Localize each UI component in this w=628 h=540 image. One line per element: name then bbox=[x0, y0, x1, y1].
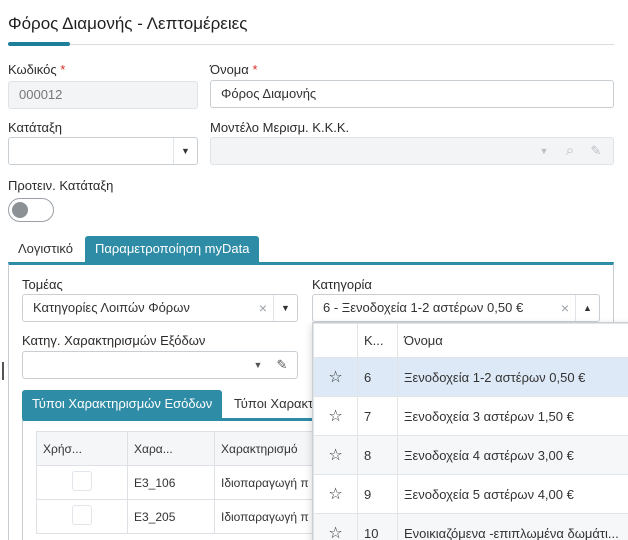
table-row[interactable]: Ε3_106 Ιδιοπαραγωγή π bbox=[36, 465, 355, 500]
mydata-category-value: 6 - Ξενοδοχεία 1-2 αστέρων 0,50 € bbox=[323, 300, 524, 315]
list-item[interactable]: ☆ 6 Ξενοδοχεία 1-2 αστέρων 0,50 € bbox=[313, 357, 628, 397]
dropdown-item-name: Ξενοδοχεία 4 αστέρων 3,00 € bbox=[397, 435, 628, 475]
star-icon[interactable]: ☆ bbox=[313, 396, 358, 436]
tab-accounting[interactable]: Λογιστικό bbox=[8, 236, 83, 262]
chevron-down-icon[interactable]: ▼ bbox=[533, 138, 555, 164]
grid-header-code[interactable]: Χαρα... bbox=[127, 431, 215, 466]
star-icon[interactable]: ☆ bbox=[313, 474, 358, 514]
dropdown-item-name: Ξενοδοχεία 5 αστέρων 4,00 € bbox=[397, 474, 628, 514]
chevron-down-icon: ▼ bbox=[181, 146, 190, 156]
grid-checkbox-cell bbox=[36, 499, 128, 534]
dropdown-header-favorite bbox=[313, 323, 358, 358]
grid-header-row: Χρήσ... Χαρα... Χαρακτηρισμό bbox=[36, 431, 355, 466]
name-value: Φόρος Διαμονής bbox=[221, 86, 317, 101]
expense-category-select[interactable]: ▼ ✎ bbox=[22, 351, 298, 379]
page-title: Φόρος Διαμονής - Λεπτομέρειες bbox=[8, 14, 248, 33]
chevron-up-icon: ▲ bbox=[583, 303, 592, 313]
code-value: 000012 bbox=[19, 87, 63, 102]
grid-header-use[interactable]: Χρήσ... bbox=[36, 431, 128, 466]
title-divider bbox=[8, 44, 614, 45]
mydata-category-select[interactable]: 6 - Ξενοδοχεία 1-2 αστέρων 0,50 € × ▲ bbox=[312, 294, 600, 322]
star-icon[interactable]: ☆ bbox=[313, 435, 358, 475]
name-required-mark: * bbox=[252, 62, 258, 77]
use-checkbox[interactable] bbox=[72, 471, 92, 491]
name-label: Όνομα * bbox=[210, 62, 258, 77]
star-icon[interactable]: ☆ bbox=[313, 513, 358, 540]
pencil-icon[interactable]: ✎ bbox=[585, 138, 607, 164]
category-dropdown-table: Κ... Όνομα ☆ 6 Ξενοδοχεία 1-2 αστέρων 0,… bbox=[313, 323, 628, 540]
grid-code-cell: Ε3_106 bbox=[127, 465, 215, 500]
tab-expense-characterization-types[interactable]: Τύποι Χαρακτ bbox=[224, 390, 323, 418]
title-accent-bar bbox=[8, 42, 70, 46]
list-item[interactable]: ☆ 7 Ξενοδοχεία 3 αστέρων 1,50 € bbox=[313, 396, 628, 436]
code-label: Κωδικός * bbox=[8, 62, 65, 77]
use-checkbox[interactable] bbox=[72, 505, 92, 525]
sector-dropdown-button[interactable]: ▼ bbox=[273, 295, 297, 321]
dropdown-item-code: 6 bbox=[357, 357, 398, 397]
dropdown-item-name: Ξενοδοχεία 3 αστέρων 1,50 € bbox=[397, 396, 628, 436]
name-field[interactable]: Φόρος Διαμονής bbox=[210, 80, 614, 108]
dropdown-item-name: Ξενοδοχεία 1-2 αστέρων 0,50 € bbox=[397, 357, 628, 397]
sector-value: Κατηγορίες Λοιπών Φόρων bbox=[33, 300, 190, 315]
chevron-down-icon: ▼ bbox=[281, 303, 290, 313]
tab-income-characterization-types[interactable]: Τύποι Χαρακτηρισμών Εσόδων bbox=[22, 390, 223, 418]
dropdown-item-name: Ενοικιαζόμενα -επιπλωμένα δωμάτι... bbox=[397, 513, 628, 540]
characterization-grid: Χρήσ... Χαρα... Χαρακτηρισμό Ε3_106 Ιδιο… bbox=[36, 431, 355, 534]
star-icon[interactable]: ☆ bbox=[313, 357, 358, 397]
search-icon[interactable]: ⌕ bbox=[559, 138, 581, 164]
sector-label: Τομέας bbox=[22, 277, 63, 292]
name-label-text: Όνομα bbox=[210, 62, 249, 77]
category-select[interactable]: ▼ bbox=[8, 137, 198, 165]
chevron-down-icon[interactable]: ▼ bbox=[247, 352, 269, 378]
model-select[interactable]: ▼ ⌕ ✎ bbox=[210, 137, 614, 165]
grid-code-cell: Ε3_205 bbox=[127, 499, 215, 534]
dropdown-header-code[interactable]: Κ... bbox=[357, 323, 398, 358]
dropdown-item-code: 9 bbox=[357, 474, 398, 514]
pencil-icon[interactable]: ✎ bbox=[271, 352, 293, 378]
mydata-category-dropdown-button[interactable]: ▲ bbox=[575, 295, 599, 321]
clear-icon[interactable]: × bbox=[557, 295, 573, 321]
code-label-text: Κωδικός bbox=[8, 62, 57, 77]
category-dropdown-button[interactable]: ▼ bbox=[173, 138, 197, 164]
code-field[interactable]: 000012 bbox=[8, 81, 198, 109]
clear-icon[interactable]: × bbox=[255, 295, 271, 321]
list-item[interactable]: ☆ 8 Ξενοδοχεία 4 αστέρων 3,00 € bbox=[313, 435, 628, 475]
list-item[interactable]: ☆ 10 Ενοικιαζόμενα -επιπλωμένα δωμάτι... bbox=[313, 513, 628, 540]
code-required-mark: * bbox=[60, 62, 66, 77]
dropdown-item-code: 7 bbox=[357, 396, 398, 436]
category-dropdown-list: Κ... Όνομα ☆ 6 Ξενοδοχεία 1-2 αστέρων 0,… bbox=[312, 322, 628, 540]
toggle-knob bbox=[12, 202, 28, 218]
dropdown-item-code: 8 bbox=[357, 435, 398, 475]
model-label: Μοντέλο Μερισμ. Κ.Κ.Κ. bbox=[210, 120, 350, 135]
suggested-label: Προτειν. Κατάταξη bbox=[8, 178, 114, 193]
table-row[interactable]: Ε3_205 Ιδιοπαραγωγή π bbox=[36, 499, 355, 534]
list-item[interactable]: ☆ 9 Ξενοδοχεία 5 αστέρων 4,00 € bbox=[313, 474, 628, 514]
suggested-toggle[interactable] bbox=[8, 198, 54, 222]
resize-marker bbox=[2, 362, 4, 380]
dropdown-header-name[interactable]: Όνομα bbox=[397, 323, 628, 358]
expense-category-label: Κατηγ. Χαρακτηρισμών Εξόδων bbox=[22, 333, 206, 348]
grid-checkbox-cell bbox=[36, 465, 128, 500]
mydata-category-label: Κατηγορία bbox=[312, 277, 372, 292]
category-label: Κατάταξη bbox=[8, 120, 63, 135]
dropdown-header-row: Κ... Όνομα bbox=[313, 323, 628, 358]
dropdown-item-code: 10 bbox=[357, 513, 398, 540]
tab-mydata-settings[interactable]: Παραμετροποίηση myData bbox=[85, 236, 260, 262]
sector-select[interactable]: Κατηγορίες Λοιπών Φόρων × ▼ bbox=[22, 294, 298, 322]
